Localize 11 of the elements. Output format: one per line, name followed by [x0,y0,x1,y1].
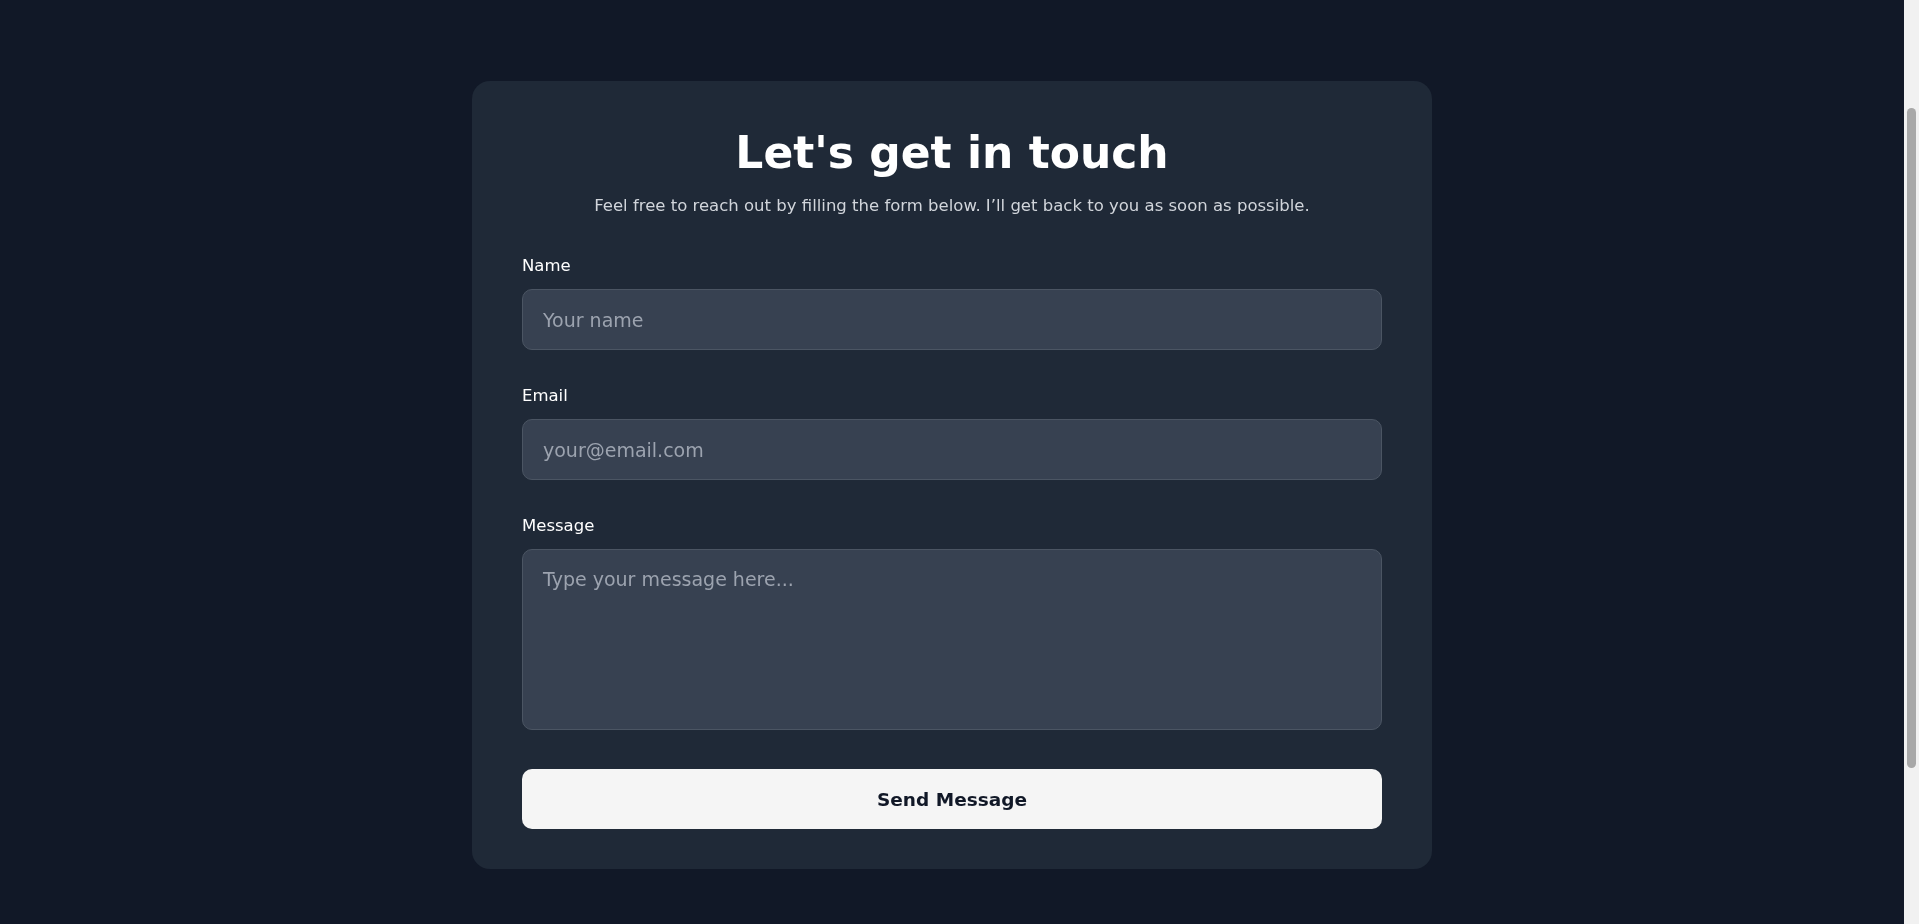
field-label: Message [522,515,595,537]
input-field[interactable]: Your name [522,289,1382,350]
send-button[interactable]: Send Message [522,769,1382,829]
scrollbar[interactable] [1904,0,1919,924]
field-label: Email [522,385,568,407]
form-subtitle: Feel free to reach out by filling the form below. I’ll get back to you as soon as possible. [593,195,1311,217]
form-title: Let's get in touch [734,126,1170,180]
input-field[interactable]: your@email.com [522,419,1382,480]
scroll-thumb[interactable] [1907,108,1916,768]
message-field[interactable]: Type your message here... [522,549,1382,730]
field-label: Name [522,255,571,277]
